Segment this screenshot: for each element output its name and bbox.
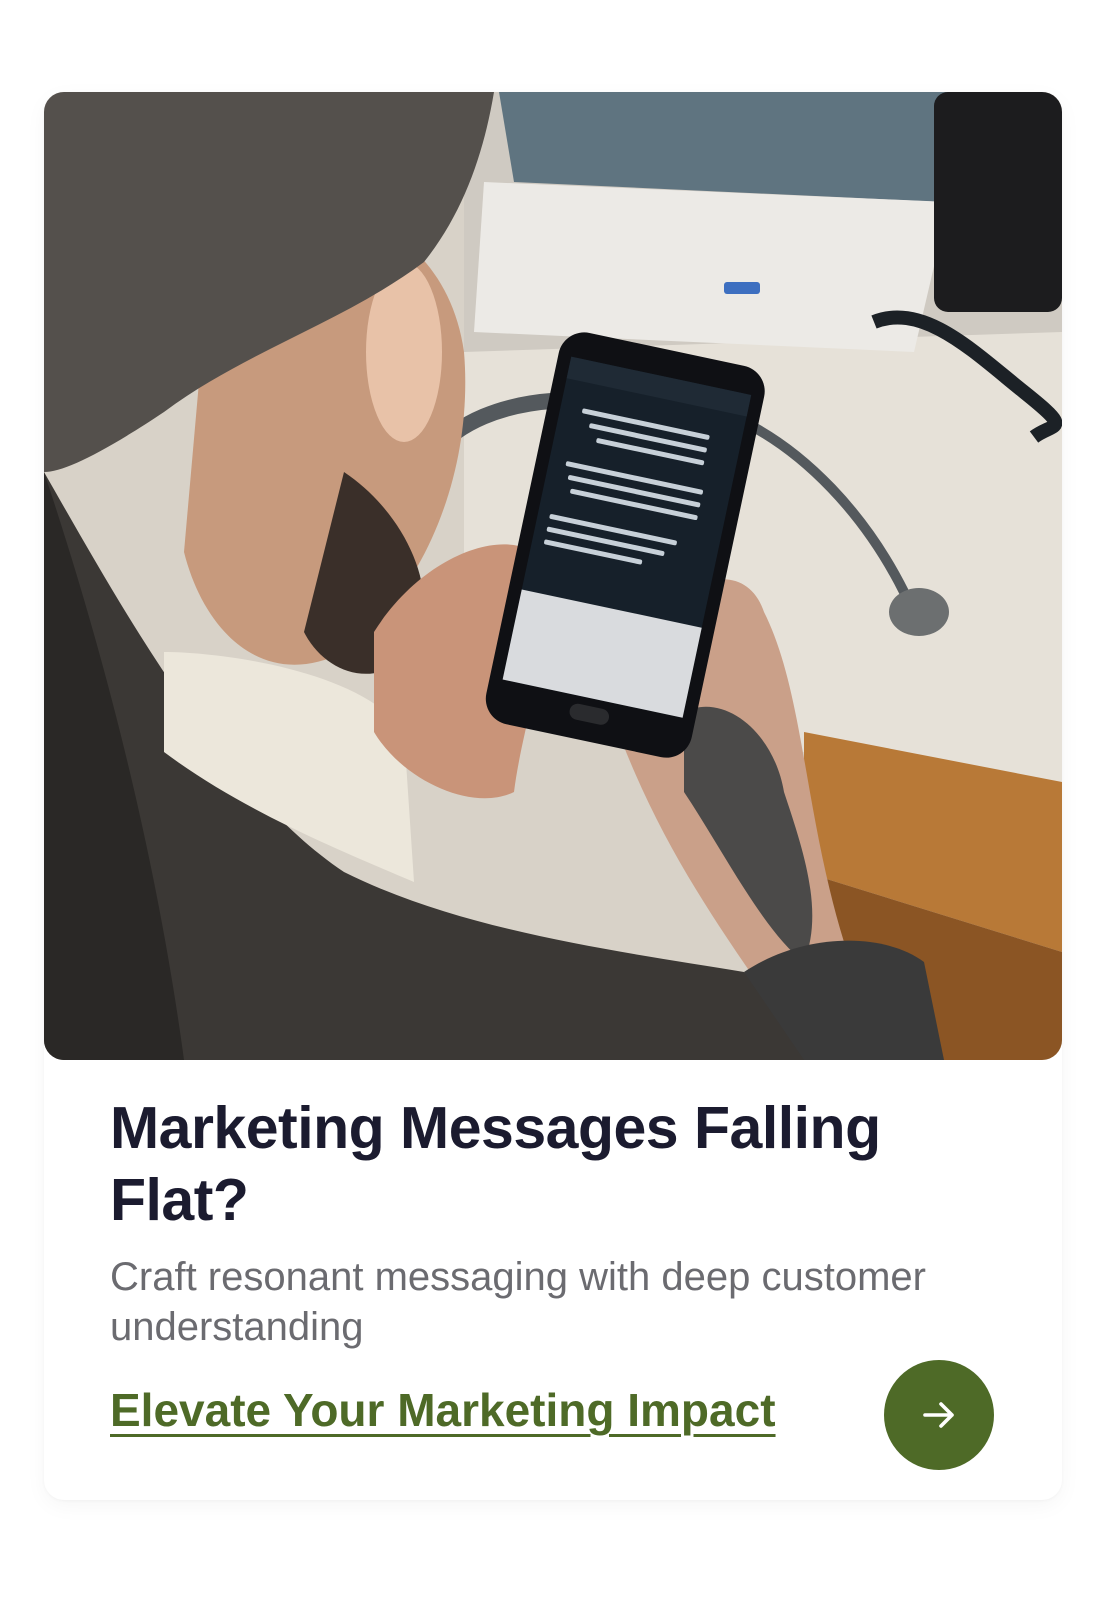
card-subtitle: Craft resonant messaging with deep custo… (110, 1255, 926, 1349)
elevate-marketing-link[interactable]: Elevate Your Marketing Impact (110, 1382, 776, 1438)
cta-arrow-button[interactable] (884, 1360, 994, 1470)
arrow-right-icon (923, 1402, 954, 1428)
card-title: Marketing Messages Falling Flat? (110, 1095, 881, 1233)
feature-card: Marketing Messages Falling Flat? Craft r… (44, 92, 1062, 1500)
card-photo (44, 92, 1062, 1060)
